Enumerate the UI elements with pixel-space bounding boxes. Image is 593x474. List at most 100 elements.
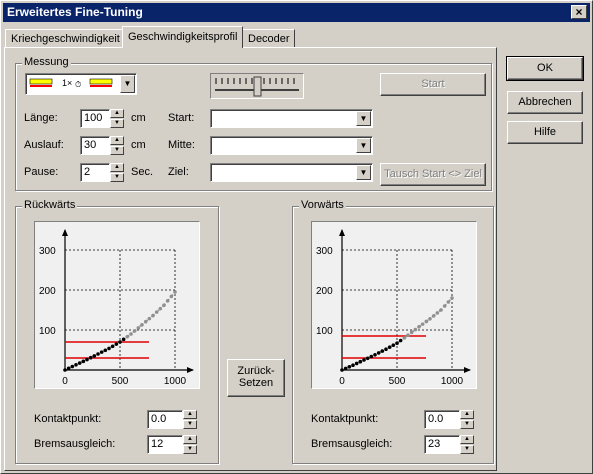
- data-point: [439, 308, 443, 312]
- reverse-group: Rückwärts 100 200 300 0 500 1000 Kontaktpunkt…: [15, 199, 219, 464]
- data-point: [88, 355, 93, 360]
- x-tick-label: 1000: [441, 376, 464, 387]
- middle-combo[interactable]: ▼: [210, 136, 373, 155]
- pause-unit: Sec.: [131, 166, 154, 178]
- measurement-icon: ⏱: [29, 78, 113, 89]
- messung-group-label: Messung: [22, 56, 71, 68]
- start-combo[interactable]: ▼: [210, 109, 373, 128]
- reverse-chart-svg: 100 200 300 0 500 1000: [39, 229, 194, 387]
- y-tick-label: 200: [316, 286, 333, 297]
- y-tick-label: 100: [316, 326, 333, 337]
- tab-decoder[interactable]: Decoder: [242, 29, 295, 48]
- data-point: [121, 337, 126, 342]
- help-button[interactable]: Hilfe: [507, 121, 583, 144]
- data-point: [77, 361, 82, 365]
- data-point: [413, 327, 418, 332]
- length-unit: cm: [131, 112, 146, 124]
- data-point: [387, 345, 392, 349]
- cancel-button[interactable]: Abbrechen: [507, 91, 583, 114]
- data-point: [380, 349, 385, 353]
- data-point: [431, 314, 436, 318]
- data-point: [384, 347, 388, 351]
- data-point: [347, 365, 352, 369]
- reset-button-line1: Zurück-: [237, 365, 275, 377]
- data-point: [70, 364, 75, 369]
- data-point: [395, 341, 399, 345]
- measurement-selector[interactable]: ⏱ 1× ▼: [25, 73, 137, 95]
- x-tick-label: 0: [339, 376, 345, 387]
- data-point: [435, 311, 440, 315]
- y-tick-label: 200: [39, 286, 56, 297]
- data-point: [442, 304, 447, 308]
- data-point: [66, 366, 71, 371]
- data-point: [409, 330, 414, 335]
- runout-stepper[interactable]: ▲ ▼: [110, 136, 124, 155]
- y-axis-arrow-icon: [62, 229, 68, 236]
- data-point: [450, 296, 454, 300]
- data-point: [125, 334, 130, 339]
- forward-chart: 100 200 300 0 500 1000: [311, 221, 477, 389]
- messung-group: Messung ⏱ 1× ▼ Start Länge: 100 ▲ ▼ cm A…: [15, 56, 492, 191]
- swap-start-target-button[interactable]: Tausch Start <> Ziel: [380, 163, 486, 186]
- tab-geschwindigkeitsprofil[interactable]: Geschwindigkeitsprofil: [122, 26, 243, 48]
- reverse-contact-stepper[interactable]: ▲ ▼: [183, 410, 197, 429]
- data-point: [158, 306, 163, 311]
- chevron-down-icon[interactable]: ▼: [356, 138, 371, 153]
- forward-brake-input[interactable]: 23: [424, 435, 460, 454]
- data-point: [402, 336, 407, 340]
- speed-slider[interactable]: [210, 73, 304, 99]
- data-point: [140, 323, 144, 327]
- forward-contact-label: Kontaktpunkt:: [311, 413, 379, 425]
- data-point: [340, 368, 344, 372]
- x-axis-arrow-icon: [187, 367, 194, 373]
- data-point: [365, 356, 370, 361]
- y-axis-arrow-icon: [339, 229, 345, 236]
- title-bar[interactable]: Erweitertes Fine-Tuning ×: [3, 3, 590, 22]
- reset-button-line2: Setzen: [238, 377, 274, 389]
- x-tick-label: 500: [112, 376, 129, 387]
- pause-input[interactable]: 2: [80, 163, 110, 182]
- data-point: [376, 351, 381, 355]
- dialog-window: Erweitertes Fine-Tuning × Kriechgeschwin…: [0, 0, 593, 474]
- reverse-contact-input[interactable]: 0.0: [147, 410, 183, 429]
- data-point: [107, 346, 111, 351]
- data-point: [63, 368, 67, 372]
- data-point: [420, 322, 425, 326]
- target-combo[interactable]: ▼: [210, 163, 373, 182]
- data-point: [165, 299, 170, 303]
- length-stepper[interactable]: ▲ ▼: [110, 109, 124, 128]
- data-point: [424, 319, 429, 324]
- tab-panel: Messung ⏱ 1× ▼ Start Länge: 100 ▲ ▼ cm A…: [4, 47, 497, 471]
- runout-input[interactable]: 30: [80, 136, 110, 155]
- data-point: [103, 348, 108, 353]
- close-icon[interactable]: ×: [571, 5, 587, 19]
- data-point: [154, 310, 159, 314]
- start-button[interactable]: Start: [380, 73, 486, 96]
- reset-button[interactable]: Zurück- Setzen: [227, 359, 285, 397]
- tab-kriechgeschwindigkeit[interactable]: Kriechgeschwindigkeit: [5, 29, 123, 48]
- ok-button[interactable]: OK: [506, 56, 584, 81]
- reverse-brake-input[interactable]: 12: [147, 435, 183, 454]
- data-point: [351, 363, 355, 367]
- x-tick-label: 500: [389, 376, 406, 387]
- chevron-down-icon[interactable]: ▼: [356, 111, 371, 126]
- forward-contact-input[interactable]: 0.0: [424, 410, 460, 429]
- length-input[interactable]: 100: [80, 109, 110, 128]
- y-tick-label: 100: [39, 326, 56, 337]
- chevron-down-icon[interactable]: ▼: [356, 165, 371, 180]
- chevron-down-icon[interactable]: ▼: [120, 75, 135, 93]
- data-point: [417, 325, 421, 329]
- forward-contact-stepper[interactable]: ▲ ▼: [460, 410, 474, 429]
- forward-brake-stepper[interactable]: ▲ ▼: [460, 435, 474, 454]
- data-point: [446, 300, 451, 304]
- x-axis-arrow-icon: [464, 367, 471, 373]
- data-point: [162, 303, 166, 307]
- data-point: [74, 363, 78, 367]
- x-tick-label: 1000: [164, 376, 187, 387]
- reverse-brake-stepper[interactable]: ▲ ▼: [183, 435, 197, 454]
- data-point: [369, 354, 374, 359]
- window-title: Erweitertes Fine-Tuning: [7, 5, 143, 19]
- pause-label: Pause:: [24, 166, 59, 178]
- pause-stepper[interactable]: ▲ ▼: [110, 163, 124, 182]
- svg-text:⏱: ⏱: [75, 80, 81, 89]
